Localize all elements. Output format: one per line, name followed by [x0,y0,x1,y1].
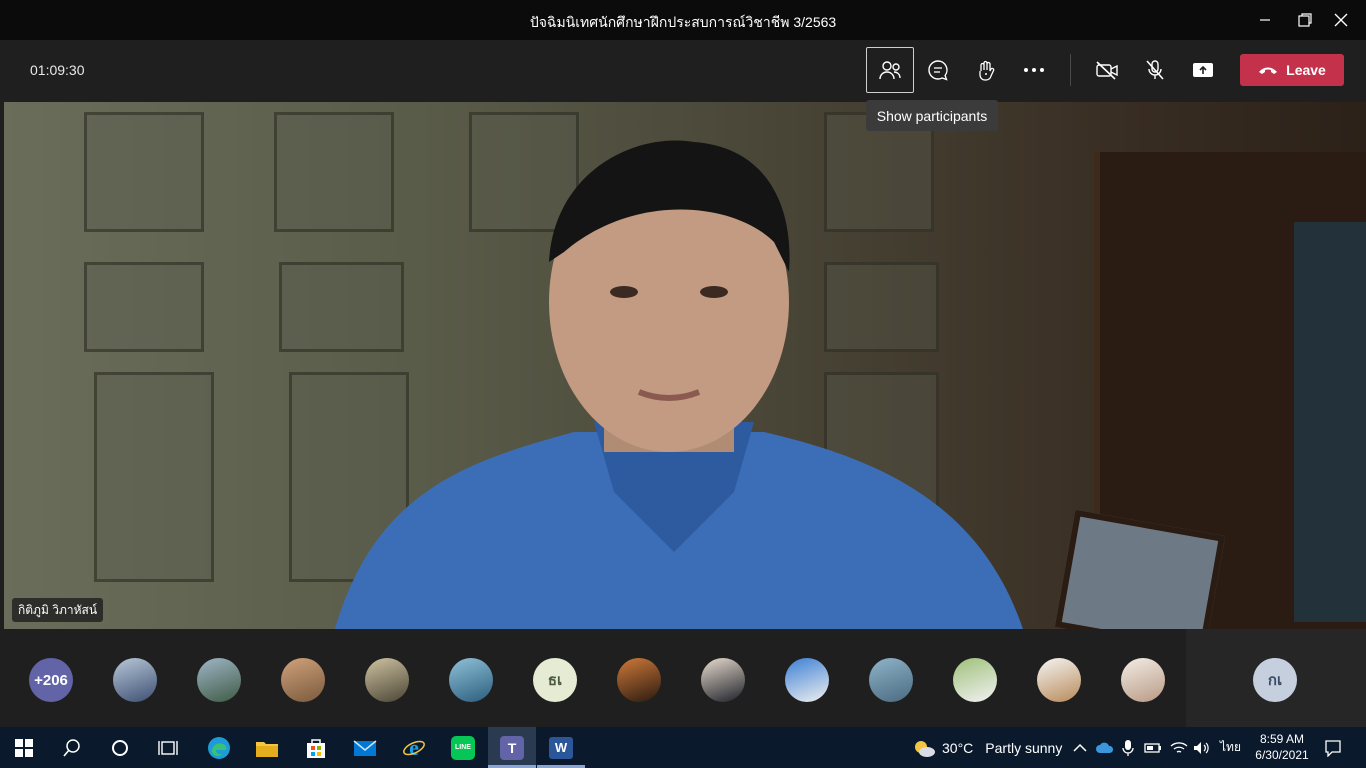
leave-label: Leave [1286,62,1326,78]
participant-avatar[interactable] [953,658,997,702]
weather-temp: 30°C [942,739,974,756]
teams-taskbar-button[interactable]: T [488,727,536,768]
chat-button[interactable] [914,47,962,93]
door-panel [84,262,204,352]
svg-text:e: e [409,736,419,760]
participant-avatar[interactable] [869,658,913,702]
microphone-icon [1122,739,1134,756]
word-icon: W [549,736,573,759]
internet-explorer-icon: e [403,736,425,760]
cortana-icon [112,739,128,756]
edge-taskbar-button[interactable] [195,727,243,768]
clock-date: 6/30/2021 [1255,748,1309,762]
participant-avatar[interactable] [281,658,325,702]
clock-time: 8:59 AM [1259,732,1305,746]
speaker-icon [1194,741,1209,754]
microphone-tray-icon[interactable] [1122,727,1134,768]
folder-icon [256,741,278,757]
speaker-name-label: กิติภูมิ วิภาหัสน์ [12,598,104,622]
chat-icon [928,60,948,81]
wifi-icon [1170,741,1188,753]
participant-avatar[interactable] [197,658,241,702]
speaker-silhouette [334,140,1023,629]
cabinet-glass [1294,222,1366,622]
camera-off-icon [1096,61,1118,80]
participants-tooltip: Show participants [866,100,998,131]
onedrive-tray-icon[interactable] [1096,727,1114,768]
participants-strip: +206 ธเ กเ [0,629,1366,727]
controls-divider [1070,54,1071,86]
share-screen-icon [1193,63,1213,77]
windows-taskbar: e LINE T W 30°C Partly sunny ไทย 8:59 AM [0,727,1366,768]
file-explorer-taskbar-button[interactable] [243,727,291,768]
minimize-icon [1260,19,1270,21]
notification-icon [1325,739,1341,757]
raise-hand-icon [979,60,995,81]
search-icon [63,738,80,757]
mic-off-icon [1146,60,1164,80]
hang-up-icon [1259,67,1278,74]
participant-initials-avatar[interactable]: ธเ [533,658,577,702]
close-button[interactable] [1318,0,1364,40]
line-icon: LINE [451,735,475,760]
cortana-button[interactable] [96,727,144,768]
participant-avatar[interactable] [617,658,661,702]
participant-avatar[interactable] [785,658,829,702]
action-center-button[interactable] [1324,727,1342,768]
internet-explorer-taskbar-button[interactable]: e [390,727,438,768]
task-view-icon [158,740,178,755]
self-view-tile: กเ [1186,629,1366,727]
mic-toggle-button[interactable] [1131,47,1179,93]
reactions-button[interactable] [962,47,1010,93]
close-icon [1334,13,1348,27]
store-taskbar-button[interactable] [292,727,340,768]
volume-tray-icon[interactable] [1193,727,1211,768]
door-panel [84,112,204,232]
more-icon [1024,68,1044,72]
task-view-button[interactable] [144,727,192,768]
title-bar: ปัจฉิมนิเทศนักศึกษาฝึกประสบการณ์วิชาชีพ … [0,0,1366,40]
door-panel [94,372,214,582]
show-participants-button[interactable] [866,47,914,93]
start-button[interactable] [0,727,48,768]
more-actions-button[interactable] [1010,47,1058,93]
participant-avatar[interactable] [365,658,409,702]
show-hidden-icons-button[interactable] [1073,727,1087,768]
participant-avatar[interactable] [701,658,745,702]
battery-tray-icon[interactable] [1144,727,1162,768]
edge-icon [208,736,230,759]
weather-text: Partly sunny [985,739,1063,756]
call-controls-bar: 01:09:30 Leave [0,40,1366,102]
participant-avatar[interactable] [1121,658,1165,702]
input-language-indicator[interactable]: ไทย [1220,727,1241,768]
taskbar-clock[interactable]: 8:59 AM 6/30/2021 [1252,731,1312,763]
battery-icon [1144,742,1161,753]
overflow-participants-badge[interactable]: +206 [29,658,73,702]
cloud-icon [1096,742,1114,753]
teams-icon: T [500,735,524,760]
chevron-up-icon [1073,743,1087,752]
participant-avatar[interactable] [1037,658,1081,702]
word-taskbar-button[interactable]: W [537,727,585,768]
call-timer: 01:09:30 [30,62,85,78]
wifi-tray-icon[interactable] [1170,727,1188,768]
store-icon [307,738,325,758]
participant-avatar[interactable] [113,658,157,702]
camera-toggle-button[interactable] [1083,47,1131,93]
mail-taskbar-button[interactable] [341,727,389,768]
partly-sunny-icon [915,740,935,757]
main-video-feed [4,102,1366,629]
windows-logo-icon [15,738,33,757]
leave-button[interactable]: Leave [1240,54,1344,86]
participants-icon [879,61,901,80]
window-title: ปัจฉิมนิเทศนักศึกษาฝึกประสบการณ์วิชาชีพ … [529,14,837,30]
search-button[interactable] [48,727,96,768]
restore-icon [1298,13,1312,27]
weather-widget[interactable]: 30°C Partly sunny [912,727,1062,768]
self-initials-avatar[interactable]: กเ [1253,658,1297,702]
share-content-button[interactable] [1179,47,1227,93]
mail-icon [353,739,377,756]
line-taskbar-button[interactable]: LINE [439,727,487,768]
participant-avatar[interactable] [449,658,493,702]
